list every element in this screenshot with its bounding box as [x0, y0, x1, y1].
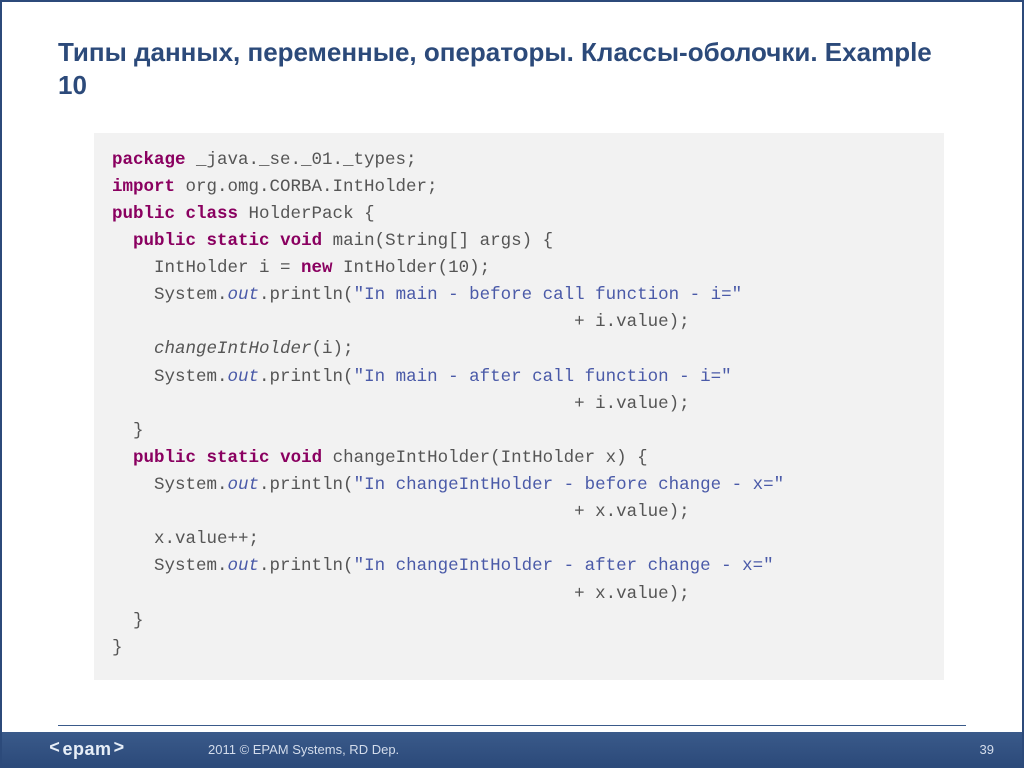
code-text: + x.value);	[112, 584, 690, 604]
logo-text: epam	[62, 739, 111, 760]
code-text: .println(	[259, 475, 354, 495]
code-text: HolderPack {	[238, 204, 375, 224]
kw-void: void	[280, 448, 322, 468]
kw-static: static	[207, 448, 270, 468]
footer-rule	[58, 725, 966, 726]
kw-public: public	[133, 448, 196, 468]
chevron-right-icon: >	[114, 739, 125, 759]
string-literal: "In changeIntHolder - before change - x=…	[354, 475, 785, 495]
code-text: IntHolder i =	[112, 258, 301, 278]
code-text: IntHolder(10);	[333, 258, 491, 278]
code-text: }	[112, 638, 123, 658]
field-out: out	[228, 556, 260, 576]
code-text: .println(	[259, 285, 354, 305]
footer-bar: <epam> 2011 © EPAM Systems, RD Dep. 39	[2, 732, 1022, 766]
code-text: System.	[112, 475, 228, 495]
copyright-text: 2011 © EPAM Systems, RD Dep.	[208, 742, 399, 757]
code-text: + x.value);	[112, 502, 690, 522]
kw-new: new	[301, 258, 333, 278]
code-text: x.value++;	[112, 529, 259, 549]
code-text: .println(	[259, 367, 354, 387]
page-number: 39	[980, 742, 994, 757]
code-text: System.	[112, 367, 228, 387]
string-literal: "In main - after call function - i="	[354, 367, 732, 387]
kw-public: public	[133, 231, 196, 251]
code-text: main(String[] args) {	[322, 231, 553, 251]
method-call: changeIntHolder	[112, 339, 312, 359]
code-text: + i.value);	[112, 312, 690, 332]
string-literal: "In main - before call function - i="	[354, 285, 743, 305]
code-text: changeIntHolder(IntHolder x) {	[322, 448, 648, 468]
kw-class: class	[186, 204, 239, 224]
code-block: package _java._se._01._types; import org…	[94, 133, 944, 680]
kw-void: void	[280, 231, 322, 251]
code-text: .println(	[259, 556, 354, 576]
kw-public: public	[112, 204, 175, 224]
field-out: out	[228, 285, 260, 305]
kw-import: import	[112, 177, 175, 197]
string-literal: "In changeIntHolder - after change - x="	[354, 556, 774, 576]
kw-package: package	[112, 150, 186, 170]
slide-title: Типы данных, переменные, операторы. Клас…	[58, 36, 966, 103]
title-block: Типы данных, переменные, операторы. Клас…	[2, 2, 1022, 111]
code-text: + i.value);	[112, 394, 690, 414]
epam-logo: <epam>	[2, 732, 172, 766]
code-text: System.	[112, 556, 228, 576]
code-text: }	[112, 421, 144, 441]
code-text: org.omg.CORBA.IntHolder;	[175, 177, 438, 197]
field-out: out	[228, 475, 260, 495]
code-text: _java._se._01._types;	[186, 150, 417, 170]
kw-static: static	[207, 231, 270, 251]
slide: Типы данных, переменные, операторы. Клас…	[2, 2, 1022, 766]
code-text: (i);	[312, 339, 354, 359]
code-text: }	[112, 611, 144, 631]
code-text: System.	[112, 285, 228, 305]
field-out: out	[228, 367, 260, 387]
chevron-left-icon: <	[49, 739, 60, 759]
